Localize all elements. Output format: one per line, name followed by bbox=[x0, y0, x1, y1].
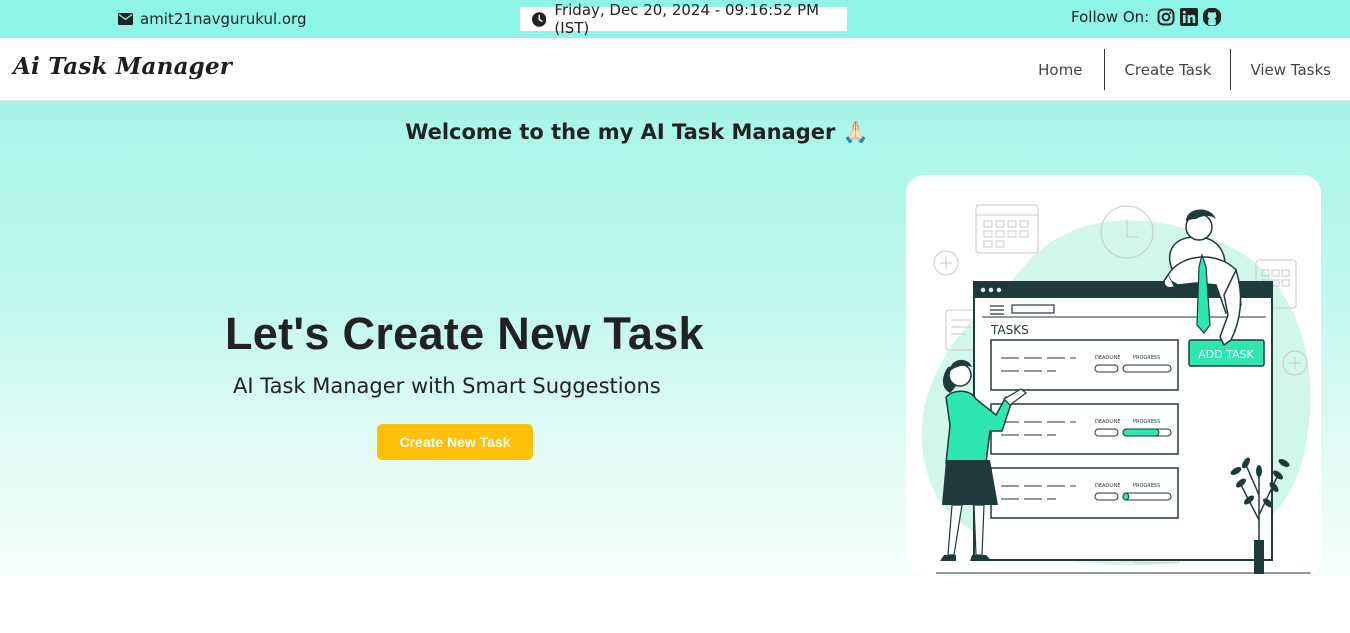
linkedin-icon[interactable] bbox=[1180, 8, 1199, 26]
clock-icon bbox=[532, 11, 547, 27]
datetime-display: Friday, Dec 20, 2024 - 09:16:52 PM (IST) bbox=[520, 1, 847, 37]
task-3-progress-label: PROGRESS bbox=[1133, 483, 1160, 489]
follow-label: Follow On: bbox=[1071, 8, 1150, 26]
hero-subline: AI Task Manager with Smart Suggestions bbox=[233, 374, 661, 398]
contact-email[interactable]: amit21navgurukul.org bbox=[118, 10, 307, 28]
brand-logo[interactable]: Ai Task Manager bbox=[13, 53, 232, 80]
nav-home[interactable]: Home bbox=[1038, 49, 1104, 90]
main-navbar: Ai Task Manager Home Create Task View Ta… bbox=[0, 38, 1350, 101]
task-2-progress-fill bbox=[1122, 428, 1160, 437]
hero-headline: Let's Create New Task bbox=[225, 308, 704, 359]
email-text: amit21navgurukul.org bbox=[140, 10, 307, 28]
task-card-2 bbox=[990, 403, 1179, 455]
datetime-text: Friday, Dec 20, 2024 - 09:16:52 PM (IST) bbox=[554, 1, 820, 37]
task-illustration: TASKS ADD TASK DEADLINE PROGRESS DEADLIN… bbox=[906, 175, 1321, 575]
nav-create-task[interactable]: Create Task bbox=[1104, 49, 1230, 90]
task-1-progress-label: PROGRESS bbox=[1133, 355, 1160, 361]
create-new-task-button[interactable]: Create New Task bbox=[377, 424, 533, 460]
task-3-deadline-label: DEADLINE bbox=[1095, 483, 1120, 489]
add-task-label: ADD TASK bbox=[1198, 348, 1254, 361]
top-info-bar: amit21navgurukul.org Friday, Dec 20, 202… bbox=[0, 0, 1350, 38]
task-3-progress-fill bbox=[1122, 492, 1130, 501]
task-2-progress-label: PROGRESS bbox=[1133, 419, 1160, 425]
decor-calendar bbox=[975, 204, 1039, 254]
welcome-heading: Welcome to the my AI Task Manager 🙏🏻 bbox=[405, 120, 869, 144]
instagram-icon[interactable] bbox=[1157, 8, 1175, 26]
nav-view-tasks[interactable]: View Tasks bbox=[1230, 49, 1350, 90]
task-1-deadline-label: DEADLINE bbox=[1095, 355, 1120, 361]
task-card-3 bbox=[990, 467, 1179, 519]
nav-links: Home Create Task View Tasks bbox=[1038, 49, 1350, 90]
envelope-icon bbox=[118, 13, 133, 25]
task-2-deadline-label: DEADLINE bbox=[1095, 419, 1120, 425]
github-icon[interactable] bbox=[1203, 8, 1222, 26]
illustration-svg: TASKS ADD TASK DEADLINE PROGRESS DEADLIN… bbox=[921, 204, 1311, 574]
task-card-1 bbox=[990, 339, 1179, 391]
tasks-header: TASKS bbox=[990, 323, 1029, 337]
social-links: Follow On: bbox=[1071, 8, 1222, 26]
